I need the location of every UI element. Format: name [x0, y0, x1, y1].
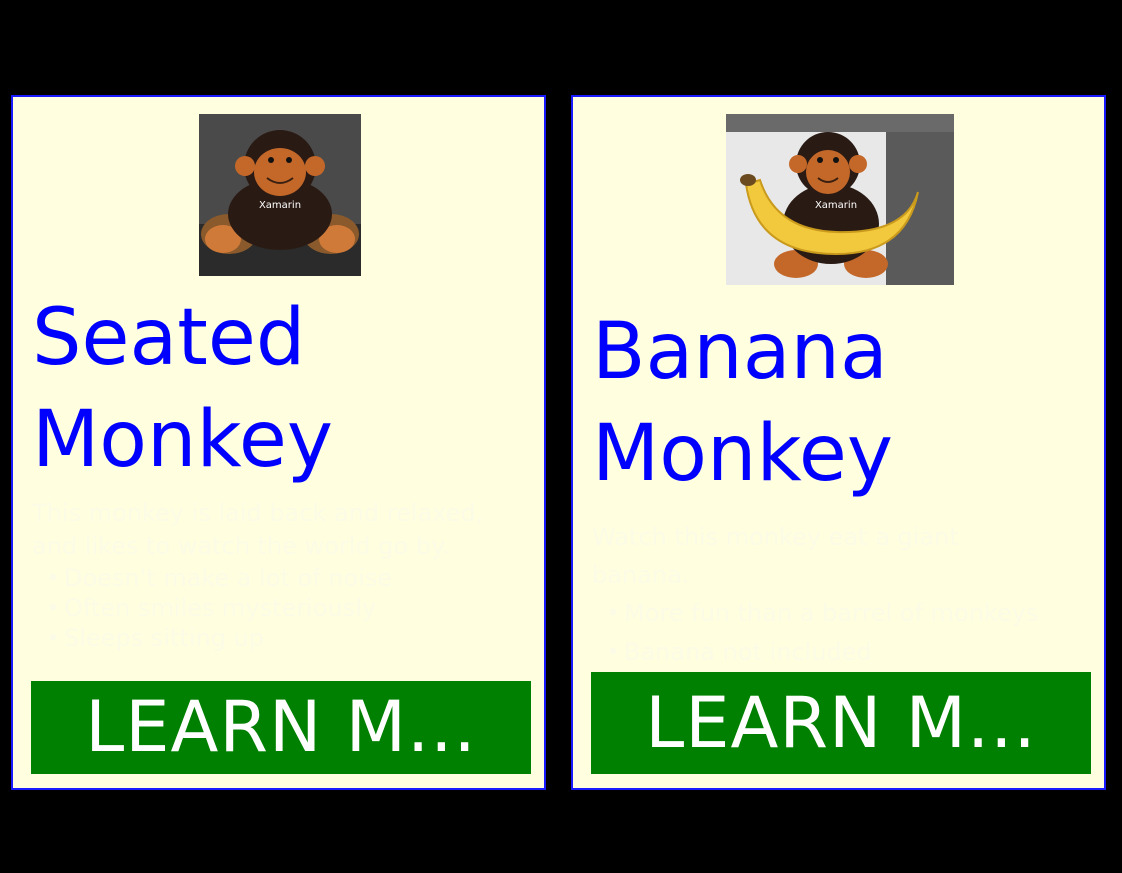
feature-item: More fun than a barrel of monkeys	[592, 594, 1062, 633]
banana-monkey-image: Xamarin	[726, 114, 954, 285]
card-description: This monkey is laid back and relaxed, an…	[32, 497, 502, 653]
monkey-card-seated: Xamarin Seated Monkey This monkey is lai…	[11, 95, 546, 790]
monkey-photo: Xamarin	[726, 114, 954, 285]
feature-item: Often smiles mysteriously	[32, 593, 502, 623]
learn-more-button[interactable]: LEARN M...	[591, 672, 1091, 774]
feature-item: Sleeps sitting up	[32, 623, 502, 653]
feature-list: More fun than a barrel of monkeys Banana…	[592, 594, 1062, 672]
svg-text:Xamarin: Xamarin	[259, 200, 301, 211]
feature-list: Doesn't make a lot of noise Often smiles…	[32, 563, 502, 653]
seated-monkey-image: Xamarin	[199, 114, 361, 276]
monkey-card-banana: Xamarin Banana Monkey Watch this monkey …	[571, 95, 1106, 790]
card-title: Banana Monkey	[592, 307, 893, 499]
description-text: This monkey is laid back and relaxed, an…	[32, 499, 484, 560]
feature-item: Doesn't make a lot of noise	[32, 563, 502, 593]
monkey-photo: Xamarin	[199, 114, 361, 276]
card-title: Seated Monkey	[32, 293, 333, 485]
learn-more-button[interactable]: LEARN M...	[31, 681, 531, 774]
feature-item: Banana not included	[592, 633, 1062, 672]
card-description: Watch this monkey eat a giant banana. Mo…	[592, 518, 1062, 672]
description-text: Watch this monkey eat a giant banana.	[592, 523, 959, 589]
svg-text:Xamarin: Xamarin	[815, 200, 857, 211]
